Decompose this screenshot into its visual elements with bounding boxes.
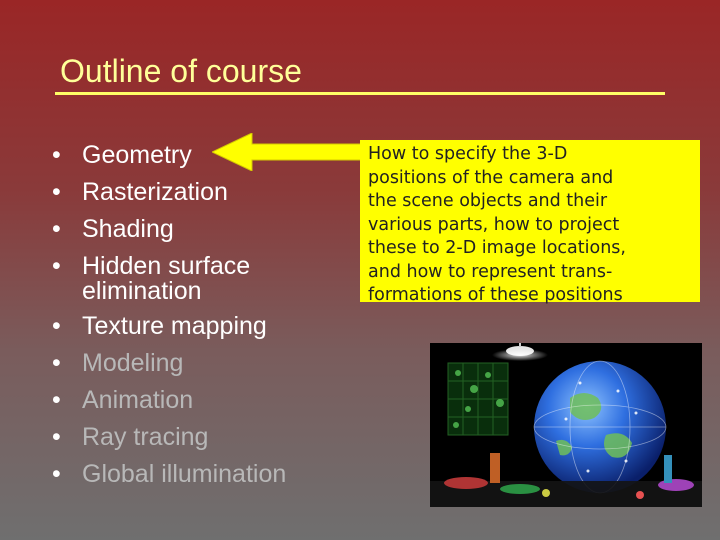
list-item-rasterization: • Rasterization — [52, 174, 332, 211]
list-item-label: Global illumination — [82, 460, 287, 488]
list-item-label: Ray tracing — [82, 423, 209, 451]
bullet-icon: • — [52, 215, 61, 243]
bullet-icon: • — [52, 423, 61, 451]
list-item-animation: • Animation — [52, 382, 332, 419]
globe-scene-graphic — [430, 343, 702, 507]
list-item-shading: • Shading — [52, 211, 332, 248]
callout-line: these to 2-D image locations, — [368, 238, 626, 258]
callout-line: positions of the camera and — [368, 167, 614, 188]
slide-title: Outline of course — [60, 53, 302, 89]
callout-line: and how to represent trans- — [368, 261, 613, 282]
list-item-hidden-surface: • Hidden surface elimination — [52, 248, 332, 304]
outline-list: • Geometry • Rasterization • Shading • Hidde… — [52, 137, 332, 493]
bullet-icon: • — [52, 349, 61, 377]
callout-line: How to specify the 3-D — [368, 144, 568, 164]
callout-line: various parts, how to project — [368, 214, 620, 235]
list-item-modeling: • Modeling — [52, 345, 332, 382]
list-item-label: Shading — [82, 215, 174, 243]
list-item-label: Geometry — [82, 141, 192, 169]
callout-line: formations of these positions — [368, 285, 623, 305]
bullet-icon: • — [52, 178, 61, 206]
bullet-icon: • — [52, 312, 61, 340]
list-item-global-illumination: • Global illumination — [52, 456, 332, 493]
left-arrow-icon — [212, 133, 370, 171]
geometry-description-callout: How to specify the 3-D positions of the … — [360, 140, 700, 305]
list-item-label: Rasterization — [82, 178, 228, 206]
globe-scene-image — [430, 343, 702, 507]
list-item-label-continuation: elimination — [82, 277, 202, 305]
bullet-icon: • — [52, 386, 61, 414]
callout-line: the scene objects and their — [368, 191, 608, 211]
bullet-icon: • — [52, 460, 61, 488]
list-item-label: Texture mapping — [82, 312, 267, 340]
list-item-texture-mapping: • Texture mapping — [52, 308, 332, 345]
title-underline — [55, 92, 665, 95]
list-item-label: Animation — [82, 386, 194, 414]
list-item-label: Hidden surface — [82, 252, 251, 280]
list-item-label: Modeling — [82, 349, 184, 377]
list-item-ray-tracing: • Ray tracing — [52, 419, 332, 456]
bullet-icon: • — [52, 252, 61, 280]
bullet-icon: • — [52, 141, 61, 169]
